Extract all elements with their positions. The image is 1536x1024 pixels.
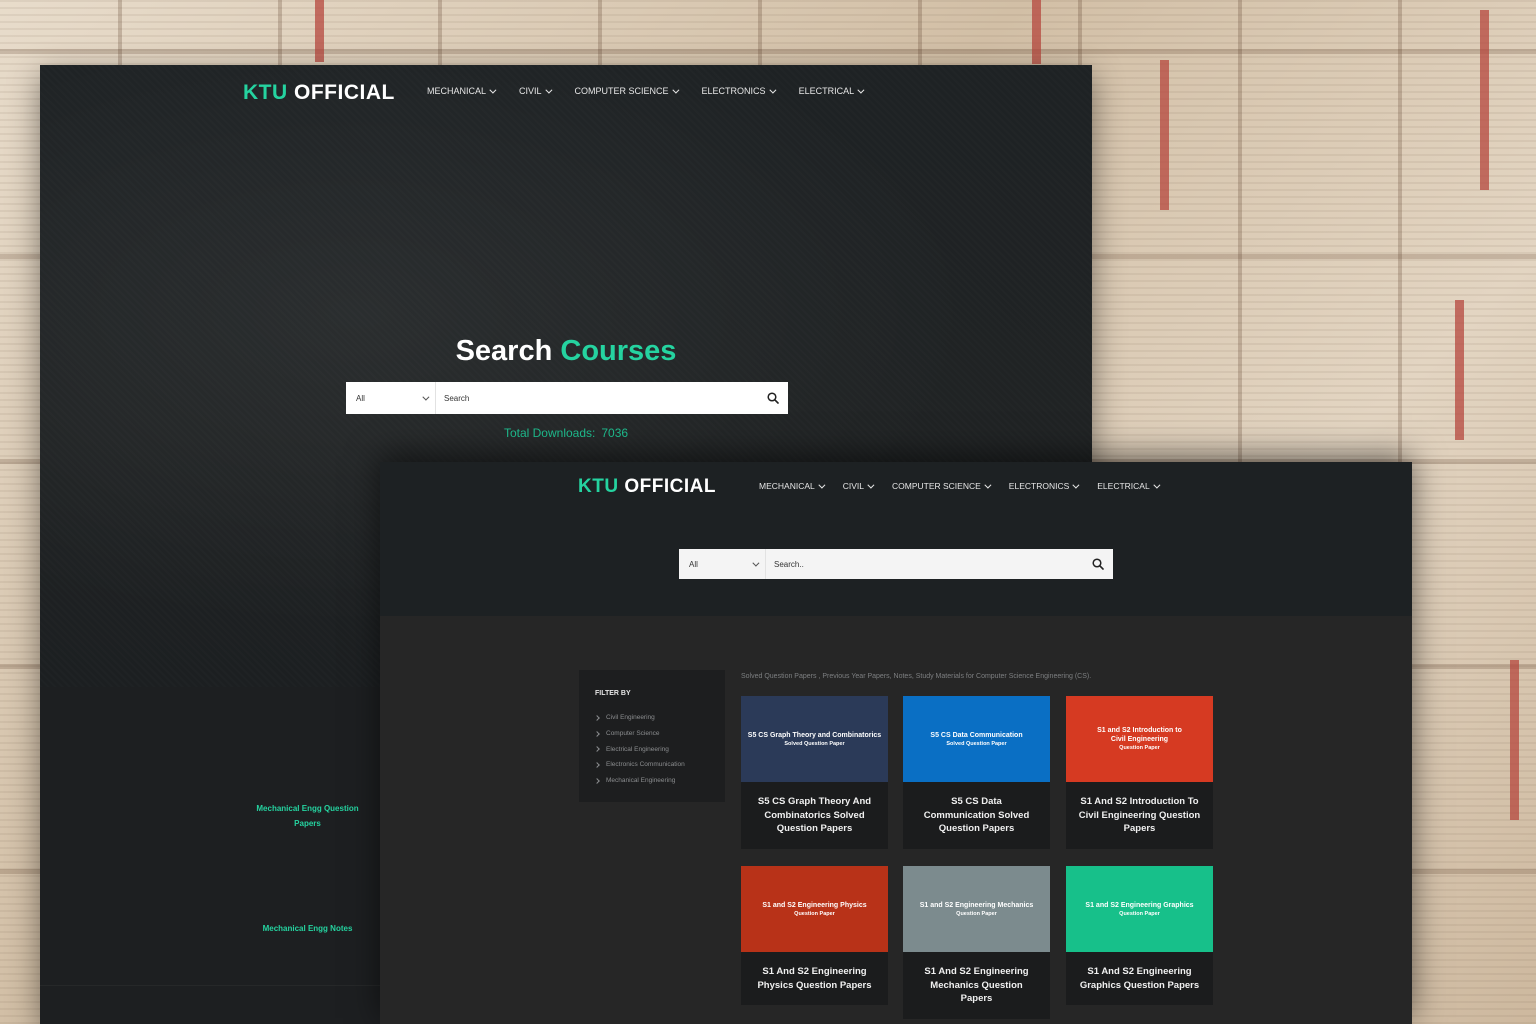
filter-item-mechanical[interactable]: Mechanical Engineering	[594, 773, 685, 789]
main-nav: MECHANICAL CIVIL COMPUTER SCIENCE ELECTR…	[427, 86, 887, 96]
card-title: S1 And S2 Introduction To Civil Engineer…	[1078, 796, 1201, 834]
card-thumbnail: S5 CS Data Communication Solved Question…	[903, 696, 1050, 782]
filter-item-electrical[interactable]: Electrical Engineering	[594, 741, 685, 757]
nav-electrical[interactable]: ELECTRICAL	[799, 86, 865, 96]
total-downloads: Total Downloads: 7036	[503, 426, 629, 440]
card-thumbnail: S1 and S2 Engineering Mechanics Question…	[903, 866, 1050, 952]
filter-item-computer-science[interactable]: Computer Science	[594, 726, 685, 742]
course-card[interactable]: S5 CS Data Communication Solved Question…	[903, 696, 1050, 849]
chevron-down-icon	[1153, 481, 1161, 489]
divider	[40, 985, 380, 986]
chevron-down-icon	[984, 481, 992, 489]
card-thumbnail: S1 and S2 Engineering Graphics Question …	[1066, 866, 1213, 952]
chevron-down-icon	[857, 86, 865, 94]
search-button[interactable]	[758, 382, 788, 414]
chevron-right-icon	[594, 730, 600, 737]
filter-panel: FILTER BY Civil Engineering Computer Sci…	[579, 670, 725, 802]
course-search-bar: All Search	[346, 382, 788, 414]
chevron-right-icon	[594, 746, 600, 753]
chevron-down-icon	[544, 86, 552, 94]
chevron-down-icon	[489, 86, 497, 94]
nav-mechanical[interactable]: MECHANICAL	[759, 481, 826, 491]
card-thumbnail: S5 CS Graph Theory and Combinatorics Sol…	[741, 696, 888, 782]
card-thumbnail: S1 and S2 Engineering Physics Question P…	[741, 866, 888, 952]
card-title: S5 CS Data Communication Solved Question…	[923, 796, 1030, 834]
nav-computer-science[interactable]: COMPUTER SCIENCE	[892, 481, 992, 491]
nav-computer-science[interactable]: COMPUTER SCIENCE	[575, 86, 679, 96]
card-title: S1 And S2 Engineering Mechanics Question…	[924, 966, 1029, 1004]
course-card[interactable]: S1 and S2 Introduction to Civil Engineer…	[1066, 696, 1213, 849]
chevron-down-icon	[818, 481, 826, 489]
filter-list: Civil Engineering Computer Science Elect…	[594, 710, 685, 789]
course-card[interactable]: S1 and S2 Engineering Physics Question P…	[741, 866, 888, 1005]
nav-electronics[interactable]: ELECTRONICS	[1009, 481, 1080, 491]
nav-civil[interactable]: CIVIL	[519, 86, 552, 96]
search-input[interactable]: Search	[436, 394, 758, 403]
category-select[interactable]: All	[346, 382, 436, 414]
card-title: S1 And S2 Engineering Graphics Question …	[1079, 966, 1200, 991]
hero-title: Search Courses	[455, 335, 677, 367]
filter-item-civil[interactable]: Civil Engineering	[594, 710, 685, 726]
site-logo[interactable]: KTU OFFICIAL	[578, 476, 716, 498]
chevron-down-icon	[671, 86, 679, 94]
listing-header: KTU OFFICIAL MECHANICAL CIVIL COMPUTER S…	[380, 462, 1412, 616]
link-mechanical-question-papers[interactable]: Mechanical Engg Question Papers	[255, 801, 360, 831]
card-thumbnail: S1 and S2 Introduction to Civil Engineer…	[1066, 696, 1213, 782]
chevron-down-icon	[422, 393, 430, 401]
nav-electrical[interactable]: ELECTRICAL	[1097, 481, 1161, 491]
nav-mechanical[interactable]: MECHANICAL	[427, 86, 497, 96]
chevron-right-icon	[594, 715, 600, 721]
chevron-down-icon	[1072, 481, 1080, 489]
category-description: Solved Question Papers , Previous Year P…	[741, 673, 1092, 680]
card-title: S5 CS Graph Theory And Combinatorics Sol…	[757, 796, 872, 834]
course-card[interactable]: S1 and S2 Engineering Graphics Question …	[1066, 866, 1213, 1005]
filter-title: FILTER BY	[595, 690, 631, 697]
search-input[interactable]: Search..	[766, 560, 1083, 569]
course-card[interactable]: S5 CS Graph Theory and Combinatorics Sol…	[741, 696, 888, 849]
chevron-down-icon	[752, 559, 760, 567]
chevron-right-icon	[594, 777, 600, 784]
main-nav: MECHANICAL CIVIL COMPUTER SCIENCE ELECTR…	[759, 481, 1178, 491]
course-card[interactable]: S1 and S2 Engineering Mechanics Question…	[903, 866, 1050, 1019]
course-search-bar: All Search..	[679, 549, 1113, 579]
search-icon	[767, 392, 779, 404]
card-title: S1 And S2 Engineering Physics Question P…	[757, 966, 872, 991]
search-icon	[1092, 558, 1104, 570]
nav-electronics[interactable]: ELECTRONICS	[702, 86, 777, 96]
nav-civil[interactable]: CIVIL	[843, 481, 875, 491]
search-button[interactable]	[1083, 549, 1113, 579]
category-select[interactable]: All	[679, 549, 766, 579]
listing-window: KTU OFFICIAL MECHANICAL CIVIL COMPUTER S…	[380, 462, 1412, 1024]
site-logo[interactable]: KTU OFFICIAL	[243, 81, 395, 105]
chevron-right-icon	[594, 762, 600, 768]
chevron-down-icon	[768, 86, 777, 94]
chevron-down-icon	[867, 481, 875, 489]
filter-item-electronics[interactable]: Electronics Communication	[594, 757, 685, 773]
link-mechanical-notes[interactable]: Mechanical Engg Notes	[255, 921, 360, 936]
